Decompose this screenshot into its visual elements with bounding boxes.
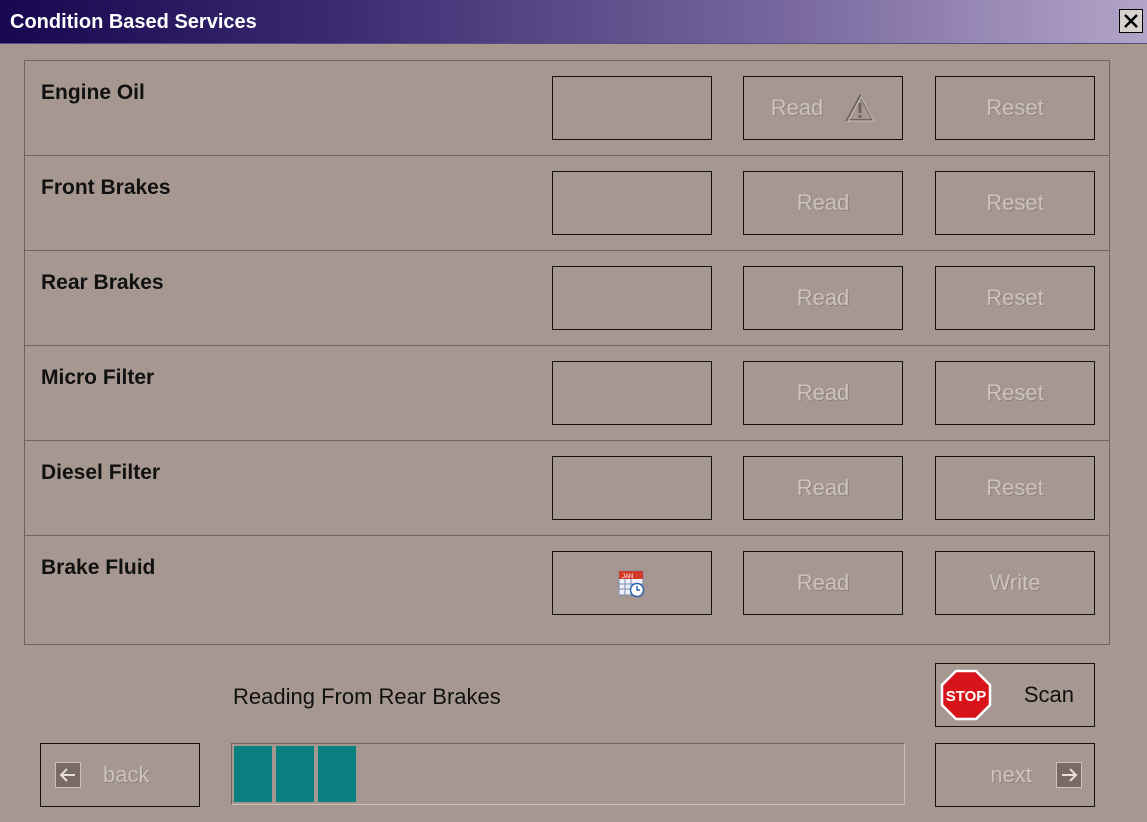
- warning-icon: [845, 94, 876, 122]
- write-button[interactable]: Write: [935, 551, 1095, 615]
- service-row-micro-filter: Micro Filter Read Reset: [25, 346, 1109, 441]
- close-button[interactable]: [1119, 9, 1143, 33]
- service-row-brake-fluid: Brake Fluid JAN Read Write: [25, 536, 1109, 631]
- reset-button[interactable]: Reset: [935, 76, 1095, 140]
- scan-label: Scan: [1023, 682, 1074, 707]
- next-button[interactable]: next: [935, 743, 1095, 807]
- arrow-right-icon: [1056, 762, 1082, 788]
- progress-segment: [318, 746, 356, 802]
- row-label: Engine Oil: [41, 81, 145, 104]
- reset-label: Reset: [986, 475, 1044, 500]
- stop-sign-text: STOP: [946, 688, 987, 705]
- row-label: Front Brakes: [41, 176, 171, 199]
- read-button[interactable]: Read: [743, 361, 903, 425]
- read-button[interactable]: Read: [743, 266, 903, 330]
- reset-button[interactable]: Reset: [935, 266, 1095, 330]
- read-button[interactable]: Read: [743, 171, 903, 235]
- read-label: Read: [796, 190, 850, 215]
- row-label: Micro Filter: [41, 366, 155, 389]
- value-box: [552, 76, 712, 140]
- date-button[interactable]: JAN: [552, 551, 712, 615]
- reset-button[interactable]: Reset: [935, 456, 1095, 520]
- read-label: Read: [796, 475, 850, 500]
- title-bar: Condition Based Services: [0, 0, 1147, 44]
- row-label: Diesel Filter: [41, 461, 161, 484]
- scan-button[interactable]: STOP Scan: [935, 663, 1095, 727]
- read-button[interactable]: Read: [743, 456, 903, 520]
- service-row-front-brakes: Front Brakes Read Reset: [25, 156, 1109, 251]
- read-label: Read: [796, 285, 850, 310]
- reset-label: Reset: [986, 95, 1044, 120]
- value-box: [552, 361, 712, 425]
- value-box: [552, 266, 712, 330]
- value-box: [552, 456, 712, 520]
- row-label: Rear Brakes: [41, 271, 164, 294]
- services-panel: Engine Oil Read Reset Front Brakes Read …: [24, 60, 1110, 645]
- write-label: Write: [989, 570, 1041, 595]
- reset-button[interactable]: Reset: [935, 171, 1095, 235]
- service-row-diesel-filter: Diesel Filter Read Reset: [25, 441, 1109, 536]
- read-label: Read: [796, 380, 850, 405]
- read-label: Read: [770, 95, 824, 120]
- back-label: back: [103, 762, 150, 787]
- reset-label: Reset: [986, 285, 1044, 310]
- status-text: Reading From Rear Brakes: [233, 684, 501, 709]
- arrow-left-icon: [55, 762, 81, 788]
- close-icon: [1124, 14, 1138, 28]
- progress-segment: [276, 746, 314, 802]
- back-button[interactable]: back: [40, 743, 200, 807]
- value-box: [552, 171, 712, 235]
- window-title: Condition Based Services: [10, 11, 257, 33]
- service-row-rear-brakes: Rear Brakes Read Reset: [25, 251, 1109, 346]
- next-label: next: [990, 762, 1032, 787]
- calendar-icon: JAN: [618, 570, 645, 598]
- calendar-month-text: JAN: [622, 574, 633, 580]
- read-button[interactable]: Read: [743, 551, 903, 615]
- read-button[interactable]: Read: [743, 76, 903, 140]
- reset-label: Reset: [986, 190, 1044, 215]
- stop-sign-icon: STOP: [940, 669, 992, 721]
- row-label: Brake Fluid: [41, 556, 156, 579]
- progress-segment: [234, 746, 272, 802]
- progress-bar: [231, 743, 905, 805]
- reset-label: Reset: [986, 380, 1044, 405]
- read-label: Read: [796, 570, 850, 595]
- service-row-engine-oil: Engine Oil Read Reset: [25, 61, 1109, 156]
- reset-button[interactable]: Reset: [935, 361, 1095, 425]
